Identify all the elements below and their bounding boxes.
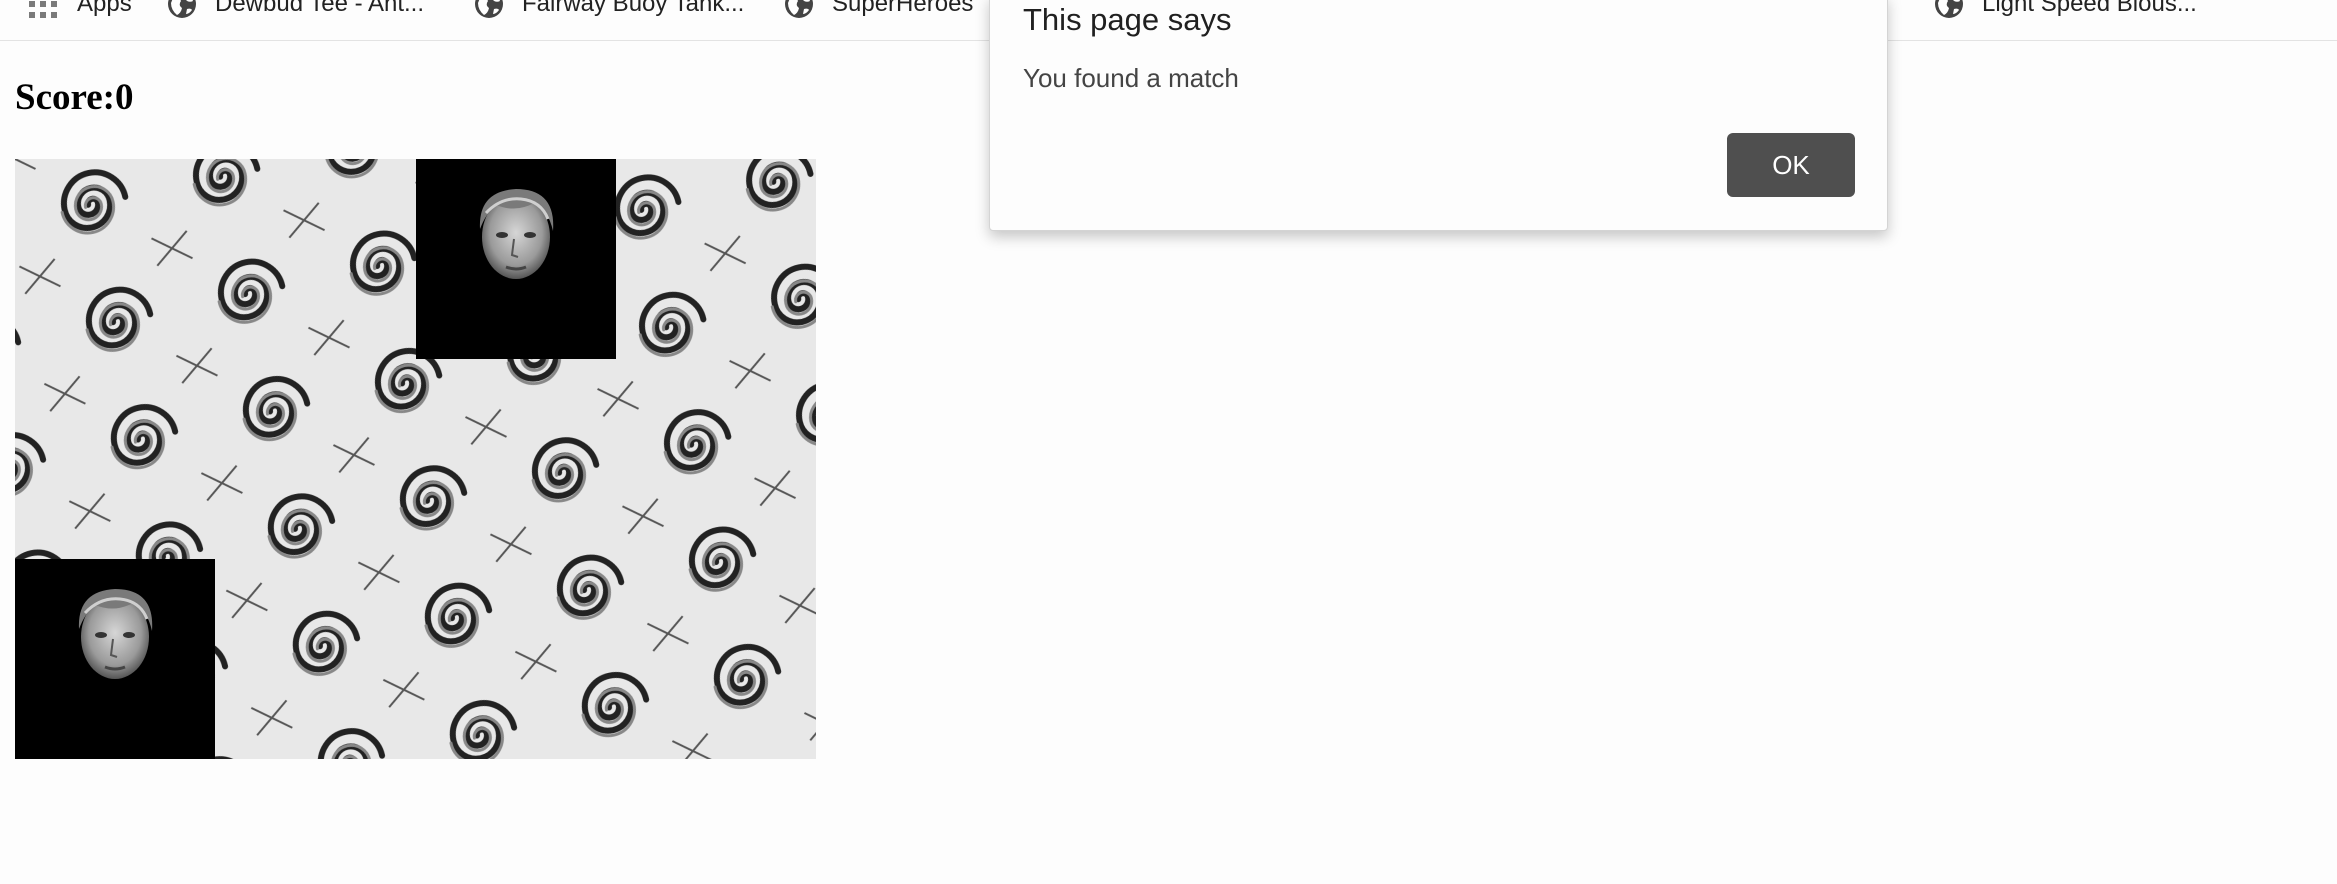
memory-game-board xyxy=(15,159,816,759)
bookmark-superheroes[interactable]: SuperHeroes xyxy=(784,0,973,19)
revealed-card[interactable] xyxy=(416,159,616,359)
bookmark-apps[interactable]: Apps xyxy=(29,0,132,19)
score-display: Score:0 xyxy=(15,77,134,118)
dialog-title: This page says xyxy=(1023,2,1232,37)
face-image-icon xyxy=(479,189,554,279)
bookmark-dewbud-tee[interactable]: Dewbud Tee - Ant... xyxy=(167,0,424,19)
globe-icon xyxy=(475,0,503,18)
bookmark-label: SuperHeroes xyxy=(832,0,974,17)
apps-grid-icon xyxy=(29,1,57,18)
dialog-message: You found a match xyxy=(1023,63,1239,93)
revealed-card[interactable] xyxy=(15,559,215,759)
globe-icon xyxy=(785,0,813,18)
bookmark-label: Apps xyxy=(77,0,132,17)
alert-dialog: This page says You found a match OK xyxy=(989,0,1888,231)
bookmark-label: Dewbud Tee - Ant... xyxy=(215,0,425,17)
globe-icon xyxy=(1935,0,1963,18)
bookmark-light-speed[interactable]: Light Speed Blous... xyxy=(1934,0,2197,19)
face-image-icon xyxy=(78,589,153,679)
bookmark-label: Fairway Buoy Tank... xyxy=(522,0,745,17)
ok-button[interactable]: OK xyxy=(1727,133,1855,197)
bookmark-label: Light Speed Blous... xyxy=(1982,0,2197,17)
globe-icon xyxy=(168,0,196,18)
bookmark-fairway-buoy[interactable]: Fairway Buoy Tank... xyxy=(474,0,744,19)
